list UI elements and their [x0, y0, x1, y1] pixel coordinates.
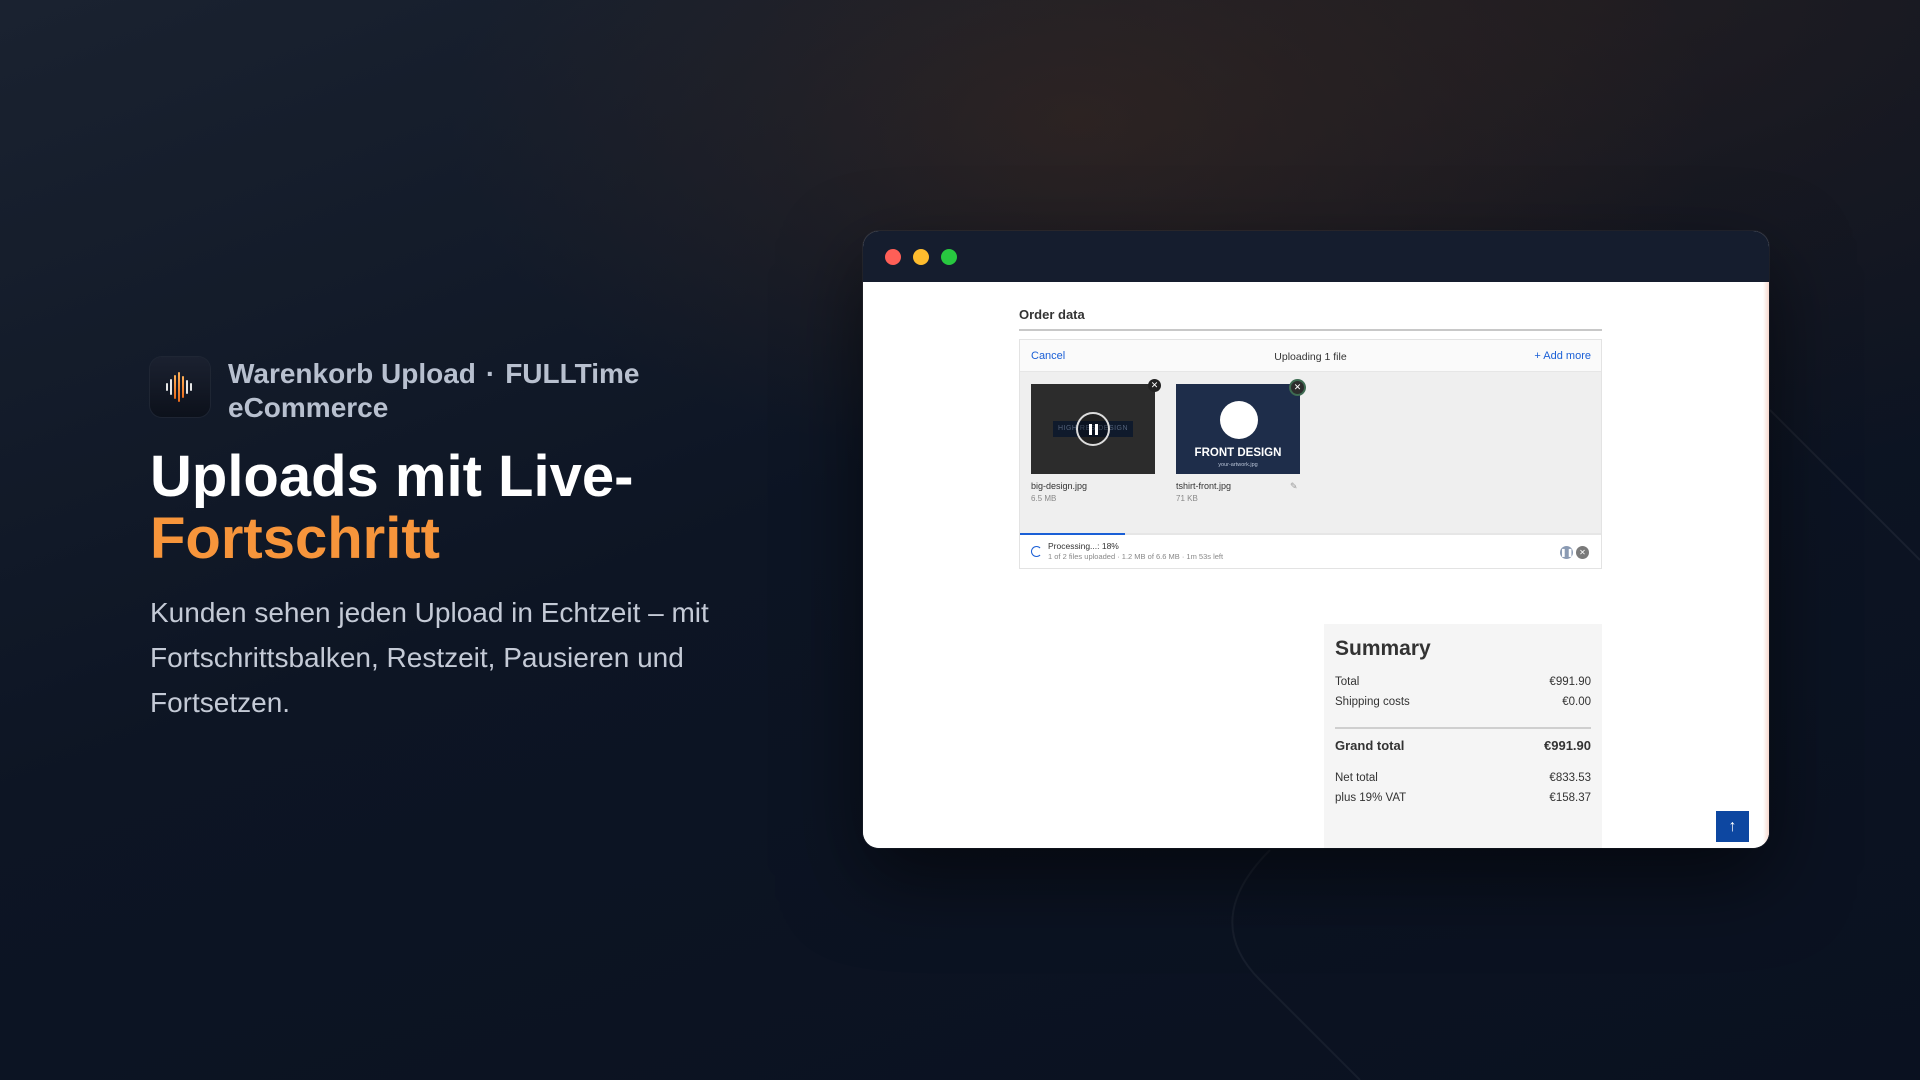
progress-fill [1020, 533, 1125, 535]
window-titlebar [863, 231, 1769, 282]
upload-dashboard: Cancel Uploading 1 file + Add more HIGH … [1019, 339, 1602, 569]
scroll-to-top-button[interactable]: ↑ [1716, 811, 1749, 842]
file-thumbnail: HIGH RES DESIGN ✕ [1031, 379, 1161, 474]
summary-label: plus 19% VAT [1335, 792, 1407, 804]
order-summary: Summary Total €991.90 Shipping costs €0.… [1324, 624, 1602, 848]
add-more-button[interactable]: + Add more [1534, 350, 1591, 362]
upload-status-bar: Processing...: 18% 1 of 2 files uploaded… [1020, 533, 1601, 568]
remove-file-icon[interactable]: ✕ [1291, 381, 1304, 394]
file-size: 6.5 MB [1031, 494, 1057, 503]
app-name: Warenkorb Upload [228, 358, 476, 389]
order-data-title: Order data [1019, 307, 1085, 322]
upload-status: Uploading 1 file [1274, 351, 1347, 363]
description: Kunden sehen jeden Upload in Echtzeit – … [150, 597, 709, 718]
summary-row-vat: plus 19% VAT €158.37 [1335, 792, 1591, 804]
pause-all-icon[interactable]: ❚❚ [1560, 546, 1573, 559]
file-size: 71 KB [1176, 494, 1198, 503]
file-thumbnail: FRONT DESIGN your-artwork.jpg ✕ [1176, 381, 1304, 474]
pause-upload-button[interactable] [1076, 412, 1110, 446]
remove-file-icon[interactable]: ✕ [1148, 379, 1161, 392]
file-item: HIGH RES DESIGN ✕ big-design.jpg 6.5 MB [1031, 379, 1161, 503]
waveform-icon [150, 357, 210, 417]
summary-row-total: Total €991.90 [1335, 676, 1591, 688]
summary-value: €0.00 [1562, 696, 1591, 708]
brand-header: Warenkorb Upload · FULLTime eCommerce [150, 357, 668, 425]
file-item: FRONT DESIGN your-artwork.jpg ✕ tshirt-f… [1176, 381, 1304, 503]
summary-row-net-total: Net total €833.53 [1335, 772, 1591, 784]
edge-glow [1763, 282, 1769, 848]
file-name: big-design.jpg [1031, 481, 1088, 491]
summary-title: Summary [1335, 637, 1431, 660]
brand-separator: · [485, 358, 496, 389]
edit-pencil-icon[interactable]: ✎ [1290, 481, 1298, 492]
summary-value: €991.90 [1544, 738, 1591, 753]
file-name: tshirt-front.jpg [1176, 481, 1232, 491]
summary-value: €158.37 [1549, 792, 1591, 804]
summary-label: Total [1335, 676, 1360, 688]
browser-window: Order data Cancel Uploading 1 file + Add… [863, 231, 1769, 848]
summary-row-shipping: Shipping costs €0.00 [1335, 696, 1591, 708]
summary-label: Shipping costs [1335, 696, 1410, 708]
arrow-up-icon: ↑ [1728, 818, 1737, 835]
summary-value: €833.53 [1549, 772, 1591, 784]
headline-accent: Fortschritt [150, 506, 440, 571]
circle-graphic [1220, 401, 1258, 439]
brand-text: Warenkorb Upload · FULLTime eCommerce [228, 357, 668, 425]
close-window-button[interactable] [885, 249, 901, 265]
upload-header: Cancel Uploading 1 file + Add more [1020, 340, 1601, 372]
spinner-icon [1031, 546, 1042, 557]
thumb-subtitle: your-artwork.jpg [1218, 462, 1258, 468]
summary-label: Net total [1335, 772, 1378, 784]
minimize-window-button[interactable] [913, 249, 929, 265]
thumb-title: FRONT DESIGN [1194, 447, 1282, 459]
progress-bar [1020, 533, 1601, 535]
headline-line1: Uploads mit Live- [150, 444, 634, 509]
summary-value: €991.90 [1549, 676, 1591, 688]
maximize-window-button[interactable] [941, 249, 957, 265]
progress-detail: 1 of 2 files uploaded · 1.2 MB of 6.6 MB… [1048, 552, 1224, 561]
cancel-all-icon[interactable]: ✕ [1576, 546, 1589, 559]
progress-label: Processing...: 18% [1048, 541, 1119, 551]
divider [1019, 329, 1602, 331]
headline: Uploads mit Live- Fortschritt [150, 446, 790, 570]
summary-divider [1335, 727, 1591, 729]
page-content: Order data Cancel Uploading 1 file + Add… [863, 282, 1769, 848]
summary-row-grand-total: Grand total €991.90 [1335, 738, 1591, 753]
summary-label: Grand total [1335, 738, 1405, 753]
